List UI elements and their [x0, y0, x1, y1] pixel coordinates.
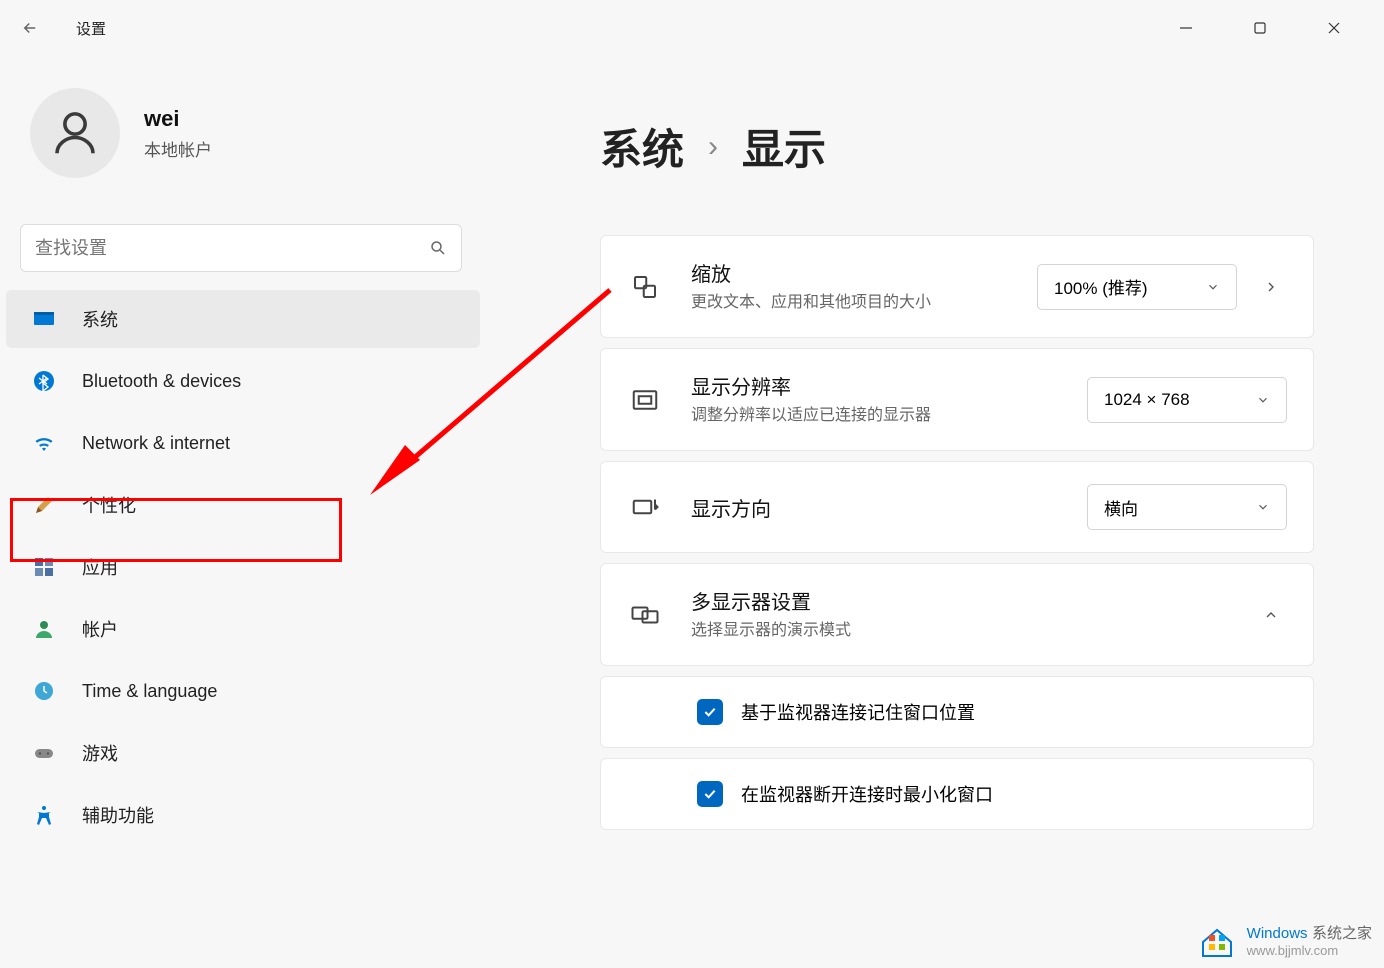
chevron-right-icon: ›	[708, 130, 718, 164]
titlebar: 设置	[0, 0, 1384, 56]
close-button[interactable]	[1314, 12, 1354, 44]
setting-orientation[interactable]: 显示方向 横向	[600, 461, 1314, 553]
nav-network[interactable]: Network & internet	[6, 414, 480, 472]
avatar-icon	[30, 88, 120, 178]
expand-button[interactable]	[1255, 271, 1287, 303]
minimize-button[interactable]	[1166, 12, 1206, 44]
watermark: Windows 系统之家 www.bjjmlv.com	[1197, 920, 1372, 960]
orientation-dropdown[interactable]: 横向	[1087, 484, 1287, 530]
nav-time[interactable]: Time & language	[6, 662, 480, 720]
nav-bluetooth[interactable]: Bluetooth & devices	[6, 352, 480, 410]
dropdown-value: 横向	[1104, 495, 1138, 520]
resolution-dropdown[interactable]: 1024 × 768	[1087, 377, 1287, 423]
search-icon	[429, 239, 447, 257]
clock-icon	[30, 677, 58, 705]
profile-name: wei	[144, 106, 212, 132]
profile-block[interactable]: wei 本地帐户	[0, 76, 490, 206]
search-input[interactable]	[20, 224, 462, 272]
setting-resolution[interactable]: 显示分辨率 调整分辨率以适应已连接的显示器 1024 × 768	[600, 348, 1314, 451]
collapse-button[interactable]	[1255, 599, 1287, 631]
setting-multi-display[interactable]: 多显示器设置 选择显示器的演示模式	[600, 563, 1314, 666]
nav-label: 辅助功能	[82, 802, 154, 828]
main-content: 系统 › 显示 缩放 更改文本、应用和其他项目的大小 100% (推荐) 显示分…	[490, 56, 1384, 968]
option-label: 基于监视器连接记住窗口位置	[741, 699, 975, 725]
gamepad-icon	[30, 739, 58, 767]
nav-label: Network & internet	[82, 433, 230, 454]
profile-type: 本地帐户	[144, 136, 212, 161]
wifi-icon	[30, 429, 58, 457]
nav-label: 系统	[82, 306, 118, 332]
breadcrumb: 系统 › 显示	[600, 116, 1314, 177]
multi-option-remember[interactable]: 基于监视器连接记住窗口位置	[600, 676, 1314, 748]
scale-icon	[627, 269, 663, 305]
nav-label: 帐户	[82, 616, 118, 642]
accessibility-icon	[30, 801, 58, 829]
nav-label: 个性化	[82, 492, 136, 518]
account-icon	[30, 615, 58, 643]
chevron-down-icon	[1206, 280, 1220, 294]
multi-display-icon	[627, 597, 663, 633]
sidebar: wei 本地帐户 系统 Bluetooth & devices Network …	[0, 56, 490, 968]
setting-title: 缩放	[691, 258, 1009, 287]
chevron-down-icon	[1256, 393, 1270, 407]
brush-icon	[30, 491, 58, 519]
nav-accounts[interactable]: 帐户	[6, 600, 480, 658]
system-icon	[30, 305, 58, 333]
back-button[interactable]	[10, 8, 50, 48]
watermark-url: www.bjjmlv.com	[1247, 943, 1372, 958]
setting-desc: 选择显示器的演示模式	[691, 619, 1221, 643]
checkbox-checked[interactable]	[697, 781, 723, 807]
nav-accessibility[interactable]: 辅助功能	[6, 786, 480, 844]
nav-system[interactable]: 系统	[6, 290, 480, 348]
maximize-button[interactable]	[1240, 12, 1280, 44]
resolution-icon	[627, 382, 663, 418]
scale-dropdown[interactable]: 100% (推荐)	[1037, 264, 1237, 310]
search-field[interactable]	[35, 238, 429, 259]
orientation-icon	[627, 489, 663, 525]
checkbox-checked[interactable]	[697, 699, 723, 725]
app-title: 设置	[76, 18, 106, 39]
watermark-logo-icon	[1197, 920, 1237, 960]
nav-label: 游戏	[82, 740, 118, 766]
nav-label: 应用	[82, 554, 118, 580]
nav-gaming[interactable]: 游戏	[6, 724, 480, 782]
window-controls	[1166, 12, 1374, 44]
breadcrumb-parent[interactable]: 系统	[600, 116, 684, 177]
chevron-down-icon	[1256, 500, 1270, 514]
setting-desc: 更改文本、应用和其他项目的大小	[691, 291, 1009, 315]
apps-icon	[30, 553, 58, 581]
nav-label: Bluetooth & devices	[82, 371, 241, 392]
dropdown-value: 1024 × 768	[1104, 390, 1190, 410]
multi-option-minimize[interactable]: 在监视器断开连接时最小化窗口	[600, 758, 1314, 830]
option-label: 在监视器断开连接时最小化窗口	[741, 781, 993, 807]
watermark-brand: Windows	[1247, 925, 1308, 942]
watermark-suffix: 系统之家	[1312, 925, 1372, 942]
setting-scale[interactable]: 缩放 更改文本、应用和其他项目的大小 100% (推荐)	[600, 235, 1314, 338]
nav-apps[interactable]: 应用	[6, 538, 480, 596]
setting-title: 多显示器设置	[691, 586, 1221, 615]
nav-list: 系统 Bluetooth & devices Network & interne…	[0, 290, 490, 844]
breadcrumb-current: 显示	[742, 116, 826, 177]
bluetooth-icon	[30, 367, 58, 395]
setting-title: 显示方向	[691, 493, 1059, 522]
setting-title: 显示分辨率	[691, 371, 1059, 400]
setting-desc: 调整分辨率以适应已连接的显示器	[691, 404, 1059, 428]
nav-label: Time & language	[82, 681, 217, 702]
dropdown-value: 100% (推荐)	[1054, 274, 1148, 299]
nav-personalization[interactable]: 个性化	[6, 476, 480, 534]
